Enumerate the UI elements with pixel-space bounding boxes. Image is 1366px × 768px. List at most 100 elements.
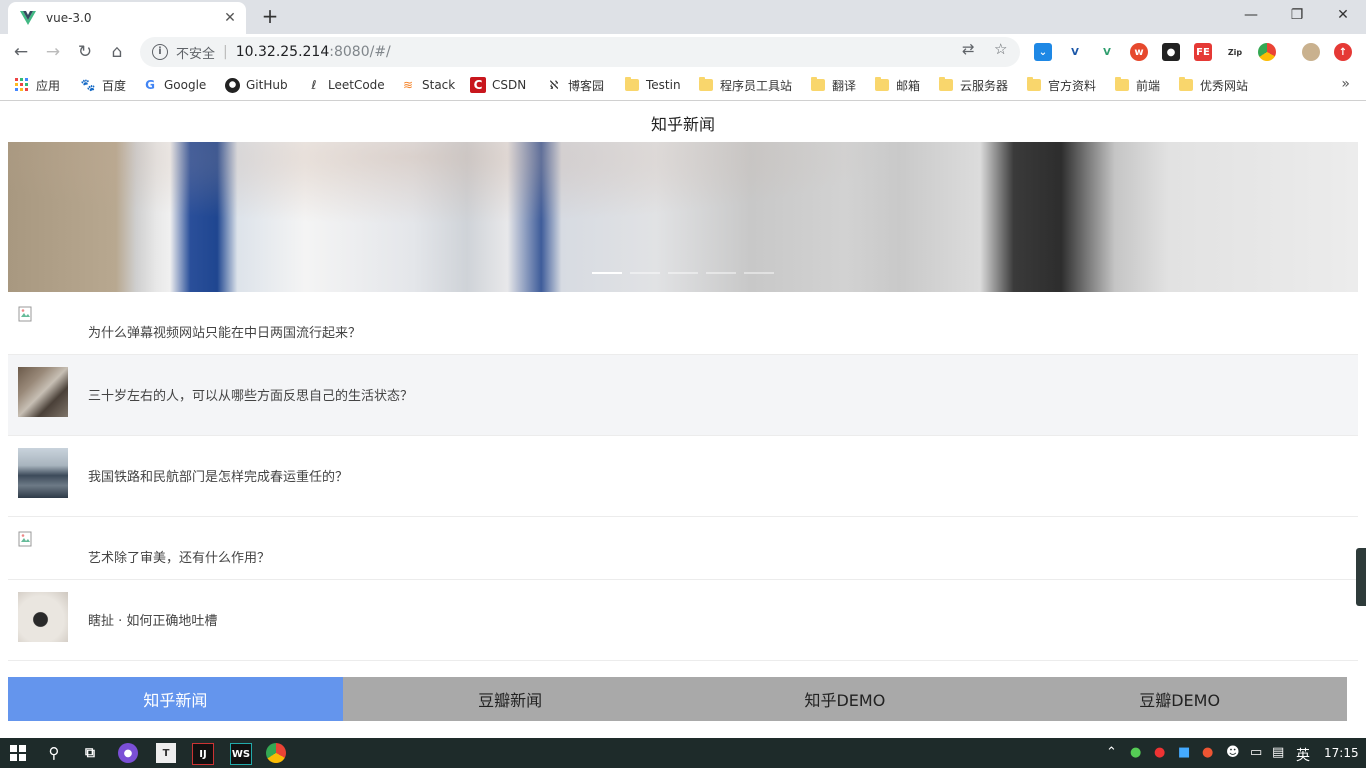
taskbar-webstorm-icon[interactable]: WS xyxy=(230,743,252,765)
extension-vue-devtools-icon[interactable]: V xyxy=(1098,43,1116,61)
profile-avatar[interactable] xyxy=(1302,43,1320,61)
tray-expand-icon[interactable]: ⌃ xyxy=(1106,745,1117,760)
window-close-button[interactable]: ✕ xyxy=(1320,0,1366,30)
extension-weibo-icon[interactable]: w xyxy=(1130,43,1148,61)
folder-icon xyxy=(624,77,640,93)
carousel-dot[interactable] xyxy=(668,272,698,274)
battery-icon[interactable]: ▭ xyxy=(1250,745,1262,760)
browser-toolbar: ← → ↻ ⌂ i 不安全 | 10.32.25.214 :8080/#/ ⇄ … xyxy=(0,34,1366,70)
weibo-tray-icon[interactable]: ● xyxy=(1202,745,1213,760)
bookmark-leetcode[interactable]: ℓ LeetCode xyxy=(306,76,385,94)
network-icon[interactable]: ▤ xyxy=(1272,745,1284,760)
bookmark-label: 优秀网站 xyxy=(1200,78,1249,93)
url-host: 10.32.25.214 xyxy=(235,44,330,60)
extension-zip-icon[interactable]: Zip xyxy=(1226,43,1244,61)
extension-pocket-icon[interactable]: ⌄ xyxy=(1034,43,1052,61)
bookmark-label: 翻译 xyxy=(832,78,857,93)
info-icon[interactable]: i xyxy=(152,44,168,60)
tab-douban-demo[interactable]: 豆瓣DEMO xyxy=(1012,677,1347,721)
carousel-dot[interactable] xyxy=(744,272,774,274)
csdn-icon: C xyxy=(470,77,486,93)
news-title: 我国铁路和民航部门是怎样完成春运重任的？ xyxy=(88,470,349,485)
taskbar-typora-icon[interactable]: T xyxy=(156,743,176,763)
ime-indicator[interactable]: 英 xyxy=(1296,745,1310,765)
minimize-button[interactable]: — xyxy=(1228,0,1274,30)
carousel-banner[interactable] xyxy=(8,142,1358,292)
bookmarks-bar: 应用 🐾 百度 G Google GitHub ℓ LeetCode ≋ Sta… xyxy=(0,70,1366,101)
wechat-icon[interactable]: ● xyxy=(1130,745,1141,760)
bookmark-folder-sites[interactable]: 优秀网站 xyxy=(1178,76,1248,94)
bookmark-star-icon[interactable]: ☆ xyxy=(994,40,1007,58)
bookmark-label: 官方资料 xyxy=(1048,78,1097,93)
task-view-icon[interactable]: ⧉ xyxy=(80,743,100,763)
bookmark-stack[interactable]: ≋ Stack xyxy=(400,76,455,94)
back-icon[interactable]: ← xyxy=(8,39,34,65)
tray-app-icon[interactable]: ■ xyxy=(1178,745,1190,760)
news-thumbnail xyxy=(18,592,68,642)
tab-douban-news[interactable]: 豆瓣新闻 xyxy=(342,677,678,721)
side-scroll-handle[interactable] xyxy=(1356,548,1366,606)
translate-icon[interactable]: ⇄ xyxy=(962,40,975,58)
bookmark-label: 云服务器 xyxy=(960,78,1009,93)
update-icon[interactable]: ↑ xyxy=(1334,43,1352,61)
bookmark-folder-cloud[interactable]: 云服务器 xyxy=(938,76,1008,94)
bookmark-baidu[interactable]: 🐾 百度 xyxy=(80,76,127,94)
bookmark-label: Testin xyxy=(646,78,681,92)
carousel-dot[interactable] xyxy=(630,272,660,274)
news-item[interactable]: 我国铁路和民航部门是怎样完成春运重任的？ xyxy=(8,436,1358,517)
bookmark-google[interactable]: G Google xyxy=(142,76,206,94)
bookmark-folder-frontend[interactable]: 前端 xyxy=(1114,76,1160,94)
bookmark-folder-mail[interactable]: 邮箱 xyxy=(874,76,920,94)
forward-icon[interactable]: → xyxy=(40,39,66,65)
bookmark-label: 邮箱 xyxy=(896,78,921,93)
windows-start-icon[interactable] xyxy=(8,743,28,763)
bookmark-label: 前端 xyxy=(1136,78,1161,93)
bookmark-cnblogs[interactable]: ℵ 博客园 xyxy=(546,76,605,94)
reload-icon[interactable]: ↻ xyxy=(72,39,98,65)
qq-icon[interactable]: ☻ xyxy=(1226,745,1240,760)
extension-mask-icon[interactable]: ● xyxy=(1162,43,1180,61)
url-path: :8080/#/ xyxy=(329,44,391,60)
browser-tab[interactable]: vue-3.0 ✕ xyxy=(8,2,246,34)
new-tab-button[interactable]: + xyxy=(258,5,282,29)
maximize-button[interactable]: ❐ xyxy=(1274,0,1320,30)
news-item[interactable]: 艺术除了审美，还有什么作用？ xyxy=(8,517,1358,580)
bookmark-label: 百度 xyxy=(102,78,127,93)
home-icon[interactable]: ⌂ xyxy=(104,39,130,65)
taskbar-intellij-icon[interactable]: IJ xyxy=(192,743,214,765)
address-bar[interactable]: i 不安全 | 10.32.25.214 :8080/#/ xyxy=(140,37,1020,67)
search-icon[interactable]: ⚲ xyxy=(44,743,64,763)
netease-music-icon[interactable]: ● xyxy=(1154,745,1165,760)
bookmark-folder-tools[interactable]: 程序员工具站 xyxy=(698,76,792,94)
taskbar-chrome-icon[interactable] xyxy=(266,743,286,763)
news-thumbnail xyxy=(18,367,68,417)
extension-chrome-icon[interactable] xyxy=(1258,43,1276,61)
news-item[interactable]: 瞎扯 · 如何正确地吐槽 xyxy=(8,580,1358,661)
carousel-dot[interactable] xyxy=(706,272,736,274)
tab-zhihu-demo[interactable]: 知乎DEMO xyxy=(677,677,1013,721)
extension-fe-icon[interactable]: FE xyxy=(1194,43,1212,61)
bookmark-label: CSDN xyxy=(492,78,527,92)
taskbar-app-icon[interactable]: ● xyxy=(118,743,138,763)
bookmark-folder-translate[interactable]: 翻译 xyxy=(810,76,856,94)
bookmark-csdn[interactable]: C CSDN xyxy=(470,76,526,94)
tab-close-icon[interactable]: ✕ xyxy=(220,8,240,28)
bookmark-label: 应用 xyxy=(36,78,61,93)
folder-icon xyxy=(1114,77,1130,93)
baidu-icon: 🐾 xyxy=(80,78,96,92)
bookmark-apps[interactable]: 应用 xyxy=(14,76,60,94)
url-separator: | xyxy=(223,44,228,60)
clock[interactable]: 17:15 xyxy=(1324,746,1359,760)
bookmark-folder-testin[interactable]: Testin xyxy=(624,76,681,94)
broken-image-icon xyxy=(18,306,32,322)
folder-icon xyxy=(1026,77,1042,93)
bookmark-github[interactable]: GitHub xyxy=(224,76,288,94)
extension-v-icon[interactable]: V xyxy=(1066,43,1084,61)
bookmark-folder-official[interactable]: 官方资料 xyxy=(1026,76,1096,94)
bookmarks-more-icon[interactable]: » xyxy=(1341,76,1350,92)
news-title: 为什么弹幕视频网站只能在中日两国流行起来？ xyxy=(88,326,362,341)
carousel-dot[interactable] xyxy=(592,272,622,274)
tab-zhihu-news[interactable]: 知乎新闻 xyxy=(8,677,343,721)
news-item[interactable]: 三十岁左右的人，可以从哪些方面反思自己的生活状态？ xyxy=(8,355,1358,436)
news-item[interactable]: 为什么弹幕视频网站只能在中日两国流行起来？ xyxy=(8,292,1358,355)
